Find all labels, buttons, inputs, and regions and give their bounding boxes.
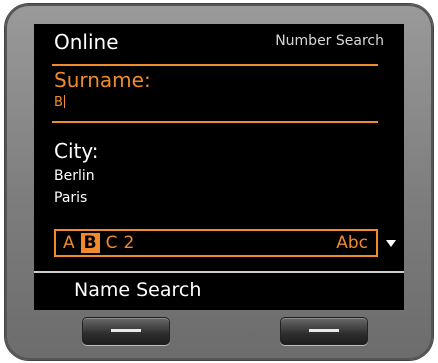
right-softkey-button[interactable] <box>280 317 368 345</box>
city-item-berlin[interactable]: Berlin <box>54 165 95 187</box>
header-subtitle: Number Search <box>275 33 384 49</box>
city-label: City: <box>54 139 99 163</box>
left-softkey-button[interactable] <box>82 317 170 345</box>
surname-input[interactable]: B <box>54 95 65 110</box>
header-title: Online <box>54 30 119 54</box>
softkey-dash-icon <box>111 329 141 332</box>
softkey-divider <box>34 271 404 273</box>
input-mode-indicator[interactable]: Abc <box>336 233 368 253</box>
character-choices: ABC2 <box>63 233 140 253</box>
phone-device: Online Number Search Surname: B City: Be… <box>0 0 438 363</box>
header-bar: Online Number Search <box>34 24 404 60</box>
text-cursor-icon <box>63 95 65 108</box>
character-a[interactable]: A <box>63 233 75 253</box>
character-b-selected[interactable]: B <box>80 233 100 253</box>
surname-top-rule <box>52 64 378 66</box>
display-screen: Online Number Search Surname: B City: Be… <box>34 24 404 310</box>
softkey-name-search[interactable]: Name Search <box>74 279 201 301</box>
city-list: Berlin Paris <box>54 165 95 209</box>
softkey-dash-icon <box>309 329 339 332</box>
surname-input-text: B <box>54 95 63 110</box>
scroll-down-arrow-icon[interactable] <box>386 240 396 247</box>
character-input-bar[interactable]: ABC2 Abc <box>54 229 378 257</box>
character-2[interactable]: 2 <box>123 233 134 253</box>
character-c[interactable]: C <box>106 233 118 253</box>
surname-bottom-rule <box>52 121 378 123</box>
surname-label: Surname: <box>54 68 151 92</box>
city-item-paris[interactable]: Paris <box>54 187 95 209</box>
